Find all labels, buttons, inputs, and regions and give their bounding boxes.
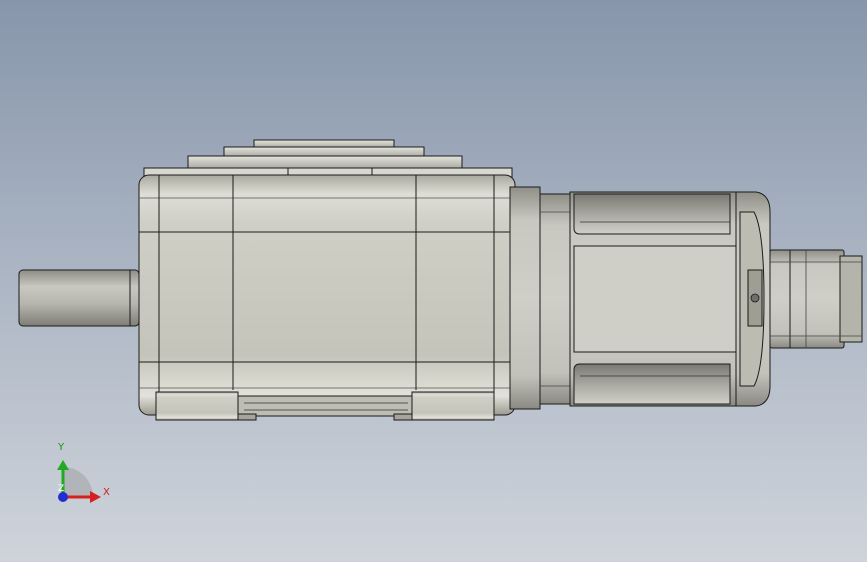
triad-quarter-disc — [63, 467, 93, 497]
y-axis-arrowhead — [57, 460, 69, 470]
triad-z-label: Z — [58, 484, 65, 494]
motor-rear-cover[interactable] — [735, 191, 771, 407]
output-shaft[interactable] — [18, 269, 140, 327]
housing-base-feet[interactable] — [155, 391, 495, 421]
cad-graphics-viewport[interactable]: Y X Z — [0, 0, 867, 562]
coordinate-triad — [57, 460, 101, 503]
servo-motor-body[interactable] — [569, 191, 739, 407]
top-flange[interactable] — [187, 139, 463, 170]
gear-reducer-model[interactable] — [0, 0, 867, 562]
motor-adapter[interactable] — [509, 186, 573, 410]
triad-x-label: X — [103, 487, 110, 498]
triad-y-label: Y — [58, 442, 65, 453]
x-axis-arrowhead — [90, 491, 101, 503]
encoder-connector[interactable] — [769, 249, 863, 349]
gearbox-housing[interactable] — [138, 167, 516, 416]
